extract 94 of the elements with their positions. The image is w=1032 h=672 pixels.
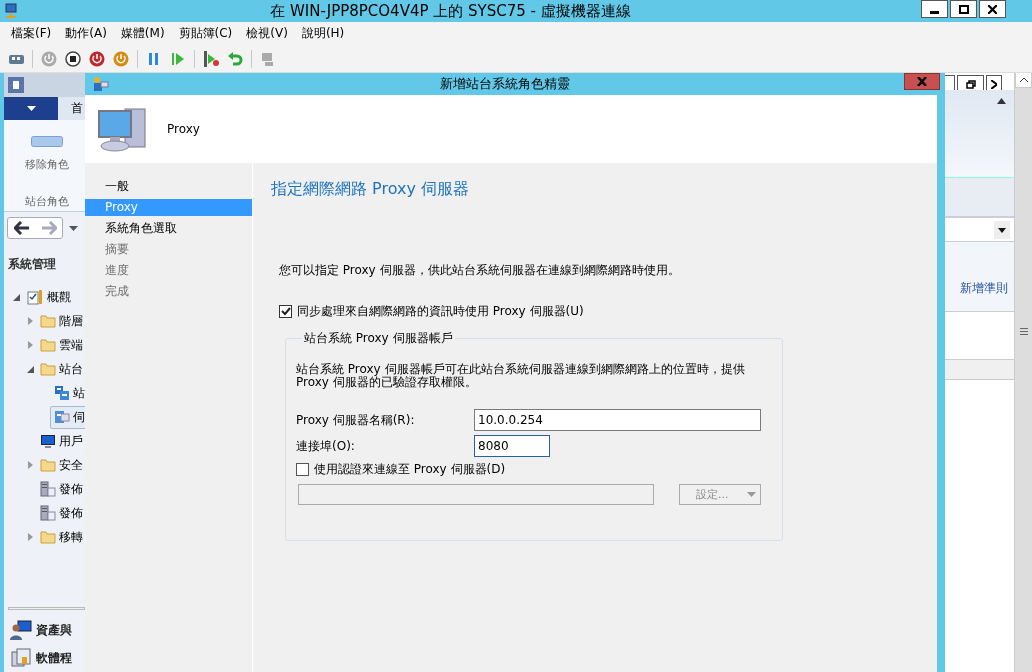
ribbon-tab[interactable]: 首 [71,100,83,117]
play-icon [171,51,185,66]
folder-icon [40,530,56,544]
monitor-icon [40,433,56,449]
wizard-step[interactable]: 系統角色選取 [85,220,252,237]
add-rule-link[interactable]: 新增準則 [960,280,1008,297]
power-icon [89,50,105,67]
wizard-step[interactable]: 一般 [85,178,252,195]
folder-icon [40,338,56,352]
undo-icon [227,50,243,67]
dialog-title: 新增站台系統角色精靈 [438,75,571,93]
page-header: Proxy [167,122,200,136]
server-stack-icon [40,505,56,521]
checkbox[interactable] [279,305,292,318]
close-button[interactable] [979,0,1006,18]
field-label: Proxy 伺服器名稱(R): [296,411,416,429]
power-icon [113,50,129,67]
collapsed-arrow-icon[interactable] [27,317,33,325]
package-stack-icon [10,648,32,668]
tree-item[interactable]: 發佈 [36,477,87,501]
group-description: 站台系統 Proxy 伺服器帳戶可在此站台系統伺服器連線到網際網路上的位置時，提供 Proxy 伺服器的已驗證存取權限。 [296,363,746,389]
caret-icon [69,225,78,231]
monitor-icon [260,50,276,67]
checkbox[interactable] [296,463,309,476]
folder-icon [40,314,56,328]
computer-icon [97,105,147,153]
ribbon-group-label: 站台角色 [24,194,69,209]
scroll-up-button[interactable] [1015,73,1032,88]
remove-role-icon [30,136,63,147]
tree-item[interactable]: 階層 [36,309,87,333]
close-icon [917,77,927,86]
caret-icon [747,492,756,497]
close-icon [991,79,997,89]
pause-icon [147,51,161,66]
expanded-arrow-icon[interactable] [12,293,20,301]
input-field[interactable]: 10.0.0.254 [474,409,761,431]
menu-item[interactable]: 動作(A) [58,25,114,42]
tree-item[interactable]: 用戶 [36,429,87,453]
tree-item[interactable]: 雲端 [36,333,87,357]
close-icon [988,4,997,14]
group-title: 站台系統 Proxy 伺服器帳戶 [303,330,454,347]
expanded-arrow-icon[interactable] [26,365,34,373]
server-stack-icon [40,481,56,497]
dropdown-icon[interactable] [994,220,1010,239]
section-title: 系統管理 [8,256,57,273]
clipboard-tools-icon [26,289,44,305]
menu-item[interactable]: 檔案(F) [4,25,59,42]
stop-icon [65,50,81,67]
field-label: 連接埠(O): [296,437,356,455]
page-heading: 指定網際網路 Proxy 伺服器 [271,179,470,200]
user-computer-icon [10,620,32,640]
folder-icon [40,458,56,472]
checkbox-label[interactable]: 同步處理來自網際網路的資訊時使用 Proxy 伺服器(U) [297,303,584,320]
input-field[interactable]: 8080 [474,435,550,457]
workspace-button[interactable]: 軟體程 [4,644,89,672]
toolbar-button[interactable] [201,48,221,69]
workspace-button[interactable]: 資產與 [4,616,89,644]
minimize-icon [930,10,939,14]
ribbon-footer [945,178,1014,218]
maximize-button[interactable] [950,0,977,18]
scrollbar[interactable] [1014,73,1032,672]
toolbar-button[interactable] [63,48,83,69]
tree-item[interactable]: 站 [50,381,89,405]
tree-item[interactable]: 安全 [36,453,87,477]
wizard-icon [93,76,109,92]
menu-item[interactable]: 媒體(M) [113,25,172,42]
grip-icon [1019,328,1028,335]
minimize-button[interactable] [921,0,948,18]
menu-item[interactable]: 說明(H) [294,25,352,42]
tree-item[interactable]: 站台 [36,357,87,381]
collapsed-arrow-icon[interactable] [27,341,33,349]
collapsed-arrow-icon[interactable] [27,533,33,541]
tree-item[interactable]: 發佈 [36,501,87,525]
console-icon [8,77,24,93]
folder-icon [40,362,56,376]
window-title: 在 WIN-JPP8PCO4V4P 上的 SYSC75 - 虛擬機器連線 [269,1,632,21]
column-header [945,360,1014,380]
maximize-icon [958,4,969,14]
collapsed-arrow-icon[interactable] [27,461,33,469]
tree-item[interactable]: 移轉 [36,525,87,549]
ribbon-button-label[interactable]: 移除角色 [24,157,69,172]
power-icon [41,50,57,67]
tree-item[interactable]: 概觀 [22,285,75,309]
menu-item[interactable]: 剪貼簿(C) [171,25,240,42]
checkbox-label[interactable]: 使用認證來連線至 Proxy 伺服器(D) [314,461,506,478]
caret-icon [26,106,36,111]
server-grid-icon [54,385,70,401]
menu-item[interactable]: 檢視(V) [239,25,295,42]
description: 您可以指定 Proxy 伺服器，供此站台系統伺服器在連線到網際網路時使用。 [279,262,681,279]
collapse-ribbon-icon[interactable] [997,98,1006,104]
checkpoint-icon [202,50,220,67]
computer-network-icon [4,3,20,19]
restore-icon [965,79,976,89]
server-role-icon [54,409,70,425]
